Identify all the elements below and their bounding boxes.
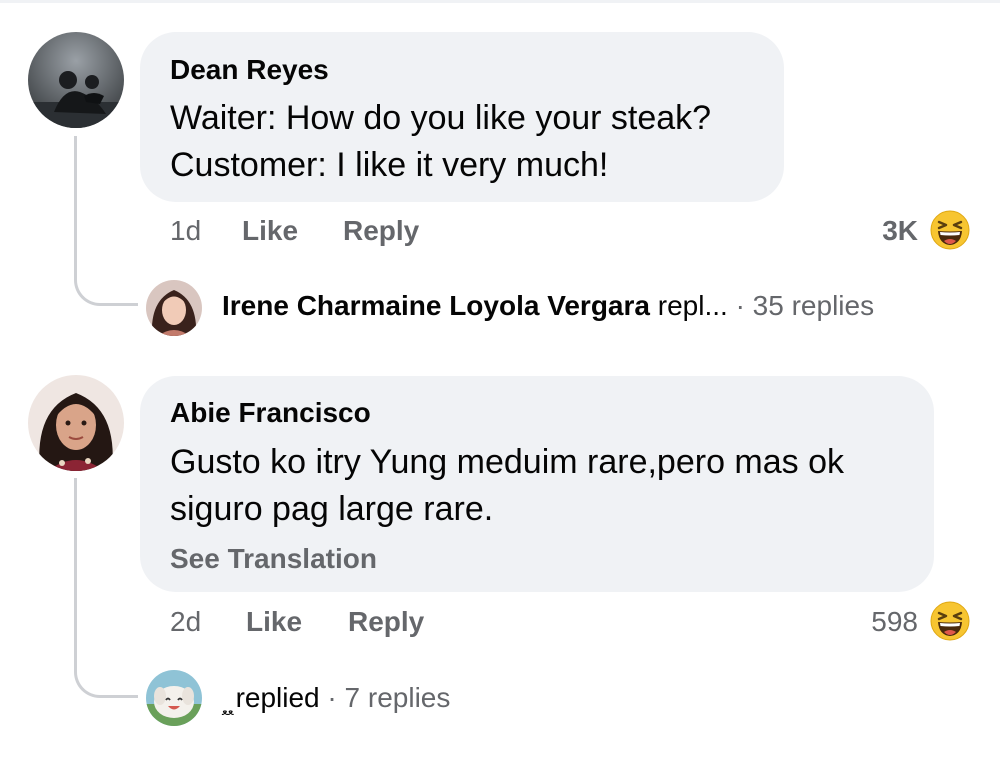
reaction-count[interactable]: 598 [871,606,918,638]
comment-text-line: Customer: I like it very much! [170,146,609,184]
view-replies-link[interactable]: 7 replies [345,682,451,713]
reply-avatar[interactable] [146,280,202,336]
reply-button[interactable]: Reply [343,215,419,247]
comment-text-line: siguro pag large rare. [170,490,494,528]
reply-button[interactable]: Reply [348,606,424,638]
reply-preview[interactable]: ﻌﻌreplied · 7 replies [222,682,450,718]
comment-author[interactable]: Dean Reyes [170,54,329,86]
reply-thread-line [74,478,138,698]
like-button[interactable]: Like [246,606,302,638]
reaction-count[interactable]: 3K [882,215,918,247]
comment-text-line: Gusto ko itry Yung meduim rare,pero mas … [170,443,845,481]
top-divider [0,0,1000,3]
reply-author-name[interactable]: Irene Charmaine Loyola Vergara [222,290,650,321]
separator-dot: · [327,682,337,713]
reply-author-name[interactable]: ﻌﻌ [222,704,234,718]
reply-verb: replied [235,682,320,713]
comment-timestamp[interactable]: 2d [170,606,201,638]
reply-verb: repl... [657,290,728,321]
laughing-emoji-icon[interactable] [930,601,970,641]
comment-author[interactable]: Abie Francisco [170,397,371,429]
comment-text-line: Waiter: How do you like your steak? [170,99,712,137]
avatar[interactable] [28,32,124,128]
view-replies-link[interactable]: 35 replies [753,290,874,321]
reply-thread-line [74,136,138,306]
comment-timestamp[interactable]: 1d [170,215,201,247]
reply-preview[interactable]: Irene Charmaine Loyola Vergara repl... ·… [222,290,874,322]
laughing-emoji-icon[interactable] [930,210,970,250]
reply-avatar[interactable] [146,670,202,726]
see-translation-link[interactable]: See Translation [170,543,377,575]
separator-dot: · [735,290,745,321]
like-button[interactable]: Like [242,215,298,247]
avatar[interactable] [28,375,124,471]
